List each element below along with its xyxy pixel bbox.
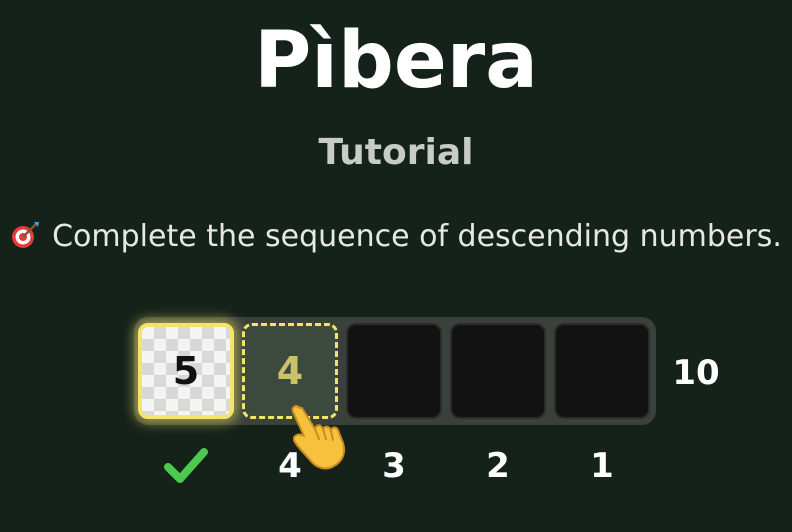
sequence-tile-4[interactable]	[450, 323, 546, 419]
instruction-text: Complete the sequence of descending numb…	[52, 219, 782, 254]
instruction: Complete the sequence of descending numb…	[0, 216, 792, 258]
game-title: Pìbera	[254, 16, 538, 106]
sequence-tile-5[interactable]	[554, 323, 650, 419]
number-option-2[interactable]: 2	[450, 444, 546, 488]
sequence-tile-1[interactable]: 5	[138, 323, 234, 419]
check-icon	[162, 444, 210, 488]
number-option-3[interactable]: 3	[346, 444, 442, 488]
sequence-total: 10	[672, 353, 720, 393]
number-option-1[interactable]: 1	[554, 444, 650, 488]
game-subtitle: Tutorial	[318, 132, 474, 173]
sequence-tile-3[interactable]	[346, 323, 442, 419]
tile-value: 4	[276, 349, 304, 393]
tile-value: 5	[172, 349, 200, 393]
pointing-hand-icon	[286, 402, 350, 474]
target-icon	[10, 220, 40, 250]
